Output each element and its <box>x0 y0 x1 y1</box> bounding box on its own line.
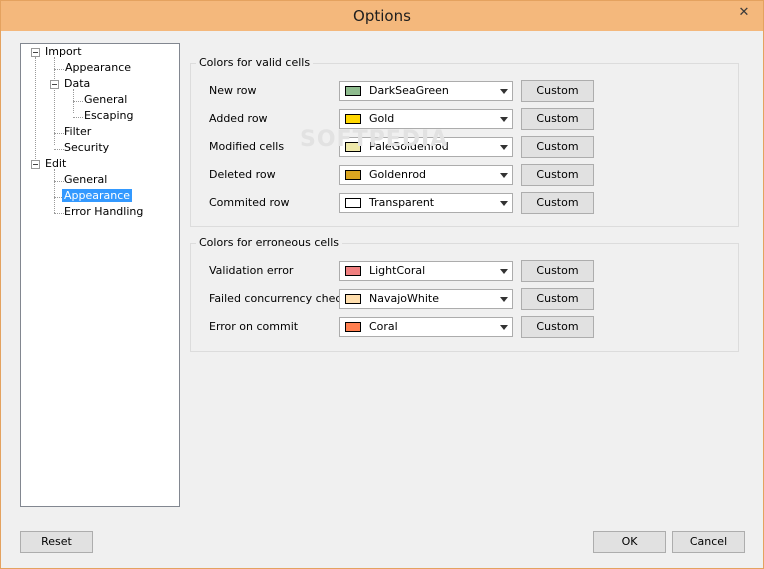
tree-item-edit[interactable]: Edit <box>43 156 68 172</box>
erroneous-cells-group: Colors for erroneous cells Validation er… <box>190 236 739 352</box>
chevron-down-icon <box>500 173 508 178</box>
color-swatch <box>345 86 361 96</box>
row-label: Failed concurrency check <box>209 292 348 305</box>
tree-item-label: Edit <box>45 157 67 170</box>
collapse-toggle-icon[interactable] <box>31 160 40 169</box>
collapse-toggle-icon[interactable] <box>31 48 40 57</box>
validation-error-custom-button[interactable]: Custom <box>521 260 594 282</box>
options-window: Options ✕ Import Appearance Data General… <box>0 0 764 569</box>
tree-item-label: Appearance <box>62 189 133 202</box>
tree-item-filter[interactable]: Filter <box>62 124 93 140</box>
color-swatch <box>345 322 361 332</box>
chevron-down-icon <box>500 117 508 122</box>
color-swatch <box>345 198 361 208</box>
tree-item-data-general[interactable]: General <box>82 92 129 108</box>
tree-item-label: Error Handling <box>64 205 144 218</box>
row-label: Modified cells <box>209 140 285 153</box>
ok-button[interactable]: OK <box>593 531 666 553</box>
group-title: Colors for erroneous cells <box>196 236 343 249</box>
close-icon[interactable]: ✕ <box>729 1 759 23</box>
modified-cells-custom-button[interactable]: Custom <box>521 136 594 158</box>
chevron-down-icon <box>500 269 508 274</box>
tree-item-label: Data <box>64 77 91 90</box>
failed-concurrency-custom-button[interactable]: Custom <box>521 288 594 310</box>
tree-item-label: Filter <box>64 125 92 138</box>
title-bar[interactable]: Options ✕ <box>1 1 763 31</box>
row-label: Validation error <box>209 264 294 277</box>
tree-line <box>35 57 36 165</box>
tree-item-label: Import <box>45 45 82 58</box>
tree-item-label: General <box>64 173 108 186</box>
commited-row-custom-button[interactable]: Custom <box>521 192 594 214</box>
tree-item-error-handling[interactable]: Error Handling <box>62 204 145 220</box>
row-label: Commited row <box>209 196 290 209</box>
failed-concurrency-color-select[interactable]: NavajoWhite <box>339 289 513 309</box>
row-label: New row <box>209 84 257 97</box>
options-tree: Import Appearance Data General Escaping … <box>20 43 180 507</box>
commited-row-color-select[interactable]: Transparent <box>339 193 513 213</box>
validation-error-color-select[interactable]: LightCoral <box>339 261 513 281</box>
window-title: Options <box>353 7 411 25</box>
deleted-row-custom-button[interactable]: Custom <box>521 164 594 186</box>
tree-item-label: General <box>84 93 128 106</box>
error-on-commit-custom-button[interactable]: Custom <box>521 316 594 338</box>
chevron-down-icon <box>500 89 508 94</box>
tree-item-escaping[interactable]: Escaping <box>82 108 135 124</box>
tree-item-import-appearance[interactable]: Appearance <box>63 60 133 76</box>
new-row-color-select[interactable]: DarkSeaGreen <box>339 81 513 101</box>
selected-color: NavajoWhite <box>369 292 439 305</box>
tree-item-edit-general[interactable]: General <box>62 172 109 188</box>
collapse-toggle-icon[interactable] <box>50 80 59 89</box>
chevron-down-icon <box>500 297 508 302</box>
tree-line <box>54 57 55 145</box>
selected-color: Transparent <box>369 196 435 209</box>
added-row-custom-button[interactable]: Custom <box>521 108 594 130</box>
chevron-down-icon <box>500 201 508 206</box>
row-label: Deleted row <box>209 168 276 181</box>
selected-color: LightCoral <box>369 264 426 277</box>
deleted-row-color-select[interactable]: Goldenrod <box>339 165 513 185</box>
color-swatch <box>345 266 361 276</box>
watermark: SOFTPEDIA <box>300 127 449 152</box>
color-swatch <box>345 294 361 304</box>
row-label: Added row <box>209 112 268 125</box>
reset-button[interactable]: Reset <box>20 531 93 553</box>
selected-color: Gold <box>369 112 395 125</box>
group-title: Colors for valid cells <box>196 56 314 69</box>
error-on-commit-color-select[interactable]: Coral <box>339 317 513 337</box>
tree-item-label: Appearance <box>65 61 132 74</box>
selected-color: Goldenrod <box>369 168 427 181</box>
selected-color: Coral <box>369 320 398 333</box>
new-row-custom-button[interactable]: Custom <box>521 80 594 102</box>
selected-color: DarkSeaGreen <box>369 84 449 97</box>
tree-item-data[interactable]: Data <box>62 76 92 92</box>
valid-cells-group: Colors for valid cells New row DarkSeaGr… <box>190 56 739 227</box>
tree-item-edit-appearance[interactable]: Appearance <box>62 188 133 204</box>
added-row-color-select[interactable]: Gold <box>339 109 513 129</box>
color-swatch <box>345 114 361 124</box>
tree-line <box>54 169 55 213</box>
color-swatch <box>345 170 361 180</box>
tree-item-security[interactable]: Security <box>62 140 111 156</box>
chevron-down-icon <box>500 145 508 150</box>
dialog-body: Import Appearance Data General Escaping … <box>8 31 756 563</box>
tree-item-label: Security <box>64 141 110 154</box>
tree-item-label: Escaping <box>84 109 134 122</box>
chevron-down-icon <box>500 325 508 330</box>
cancel-button[interactable]: Cancel <box>672 531 745 553</box>
tree-item-import[interactable]: Import <box>43 44 84 60</box>
row-label: Error on commit <box>209 320 299 333</box>
